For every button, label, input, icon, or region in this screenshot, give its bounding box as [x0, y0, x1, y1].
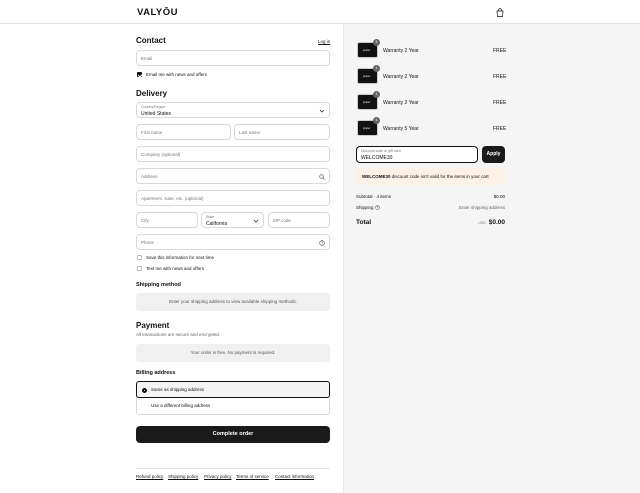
privacy-policy-link[interactable]: Privacy policy	[204, 474, 232, 479]
terms-link[interactable]: Terms of service	[236, 474, 269, 479]
quantity-badge: 1	[373, 65, 380, 72]
footer-divider	[136, 468, 330, 469]
currency-code: USD	[478, 221, 486, 225]
item-price: FREE	[493, 74, 507, 80]
contact-info-link[interactable]: Contact information	[275, 474, 314, 479]
state-select[interactable]: State California	[201, 212, 264, 228]
login-link[interactable]: Log in	[318, 39, 330, 44]
chevron-down-icon	[319, 109, 325, 113]
item-price: FREE	[493, 100, 507, 106]
company-input[interactable]: Company (optional)	[136, 146, 330, 162]
search-icon	[319, 174, 325, 180]
subtotal-label: Subtotal · 4 items	[356, 194, 392, 199]
shopping-bag-icon[interactable]	[496, 8, 504, 17]
summary-item: proper 1 Warranty 2 Year FREE	[357, 91, 507, 112]
payment-info: Your order is free. No payment is requir…	[136, 344, 330, 362]
zip-input[interactable]: ZIP code	[268, 212, 330, 228]
company-placeholder: Company (optional)	[141, 152, 181, 157]
billing-option-different[interactable]: Use a different billing address	[137, 398, 331, 415]
payment-subtitle: All transactions are secure and encrypte…	[136, 332, 221, 337]
billing-options: Same as shipping address Use a different…	[136, 381, 330, 415]
last-name-input[interactable]: Last name	[234, 124, 330, 140]
quantity-badge: 1	[373, 39, 380, 46]
state-value: California	[206, 221, 228, 227]
discount-input[interactable]: Discount code or gift card WELCOME30	[356, 146, 478, 163]
help-icon[interactable]	[375, 205, 380, 210]
summary-item: proper 1 Warranty 2 Year FREE	[357, 65, 507, 86]
country-label: Country/Region	[141, 105, 166, 109]
last-name-placeholder: Last name	[239, 130, 261, 135]
total-amount-wrap: USD $0.00	[478, 219, 505, 226]
item-name: Warranty 5 Year	[383, 126, 419, 132]
shipping-info: Enter your shipping address to view avai…	[136, 293, 330, 311]
save-info-checkbox[interactable]	[137, 255, 142, 260]
warning-text: discount code isn't valid for the items …	[391, 174, 489, 179]
quantity-badge: 1	[373, 91, 380, 98]
brand-logo[interactable]: VALYŌU	[137, 7, 178, 18]
item-name: Warranty 2 Year	[383, 48, 419, 54]
apply-button[interactable]: Apply	[482, 146, 505, 163]
city-placeholder: City	[141, 218, 149, 223]
refund-policy-link[interactable]: Refund policy	[136, 474, 163, 479]
discount-label: Discount code or gift card	[361, 149, 401, 153]
first-name-input[interactable]: First name	[136, 124, 231, 140]
discount-warning: WELCOME30 discount code isn't valid for …	[356, 168, 505, 185]
total-value: $0.00	[488, 219, 505, 226]
shipping-method-title: Shipping method	[136, 282, 181, 288]
city-input[interactable]: City	[136, 212, 198, 228]
radio-selected[interactable]	[142, 388, 147, 393]
summary-item: proper 1 Warranty 2 Year FREE	[357, 39, 507, 60]
subtotal-row: Subtotal · 4 items $0.00	[356, 194, 505, 199]
zip-placeholder: ZIP code	[273, 218, 291, 223]
summary-item: proper 1 Warranty 5 Year FREE	[357, 117, 507, 138]
text-news-label: Text me with news and offers	[146, 266, 204, 271]
shipping-label: Shipping	[356, 205, 374, 210]
address-placeholder: Address	[141, 174, 158, 179]
warning-code: WELCOME30	[362, 174, 391, 179]
address-input[interactable]: Address	[136, 168, 330, 184]
item-name: Warranty 2 Year	[383, 74, 419, 80]
total-label: Total	[356, 219, 372, 226]
email-placeholder: Email	[141, 56, 153, 61]
delivery-title: Delivery	[136, 89, 168, 98]
save-info-label: Save this information for next time	[146, 255, 215, 260]
chevron-down-icon	[253, 219, 259, 223]
item-price: FREE	[493, 126, 507, 132]
complete-order-button[interactable]: Complete order	[136, 426, 330, 443]
email-input[interactable]: Email	[136, 50, 330, 66]
news-checkbox[interactable]	[137, 72, 142, 77]
phone-placeholder: Phone	[141, 240, 155, 245]
shipping-policy-link[interactable]: Shipping policy	[168, 474, 198, 479]
payment-title: Payment	[136, 321, 170, 330]
shipping-value: Enter shipping address	[458, 205, 505, 210]
apartment-input[interactable]: Apartment, suite, etc. (optional)	[136, 190, 330, 206]
checkout-form: Contact Log in Email Email me with news …	[0, 24, 343, 493]
billing-option-label: Use a different billing address	[151, 403, 211, 408]
item-price: FREE	[493, 48, 507, 54]
quantity-badge: 1	[373, 117, 380, 124]
contact-title: Contact	[136, 36, 166, 45]
country-value: United States	[141, 111, 172, 117]
apartment-placeholder: Apartment, suite, etc. (optional)	[141, 196, 204, 201]
total-row: Total USD $0.00	[356, 219, 505, 226]
billing-option-same[interactable]: Same as shipping address	[136, 381, 330, 398]
help-icon[interactable]	[319, 240, 325, 246]
billing-title: Billing address	[136, 370, 176, 376]
phone-input[interactable]: Phone	[136, 234, 330, 250]
first-name-placeholder: First name	[141, 130, 163, 135]
billing-option-label: Same as shipping address	[151, 387, 205, 392]
text-news-checkbox[interactable]	[137, 266, 142, 271]
item-name: Warranty 2 Year	[383, 100, 419, 106]
discount-value: WELCOME30	[361, 155, 393, 161]
order-summary: proper 1 Warranty 2 Year FREE proper 1 W…	[343, 24, 640, 493]
state-label: State	[206, 215, 215, 219]
country-select[interactable]: Country/Region United States	[136, 102, 330, 118]
news-label: Email me with news and offers	[146, 72, 207, 77]
shipping-row: Shipping Enter shipping address	[356, 205, 505, 210]
top-bar: VALYŌU	[0, 0, 640, 24]
subtotal-value: $0.00	[493, 194, 505, 199]
